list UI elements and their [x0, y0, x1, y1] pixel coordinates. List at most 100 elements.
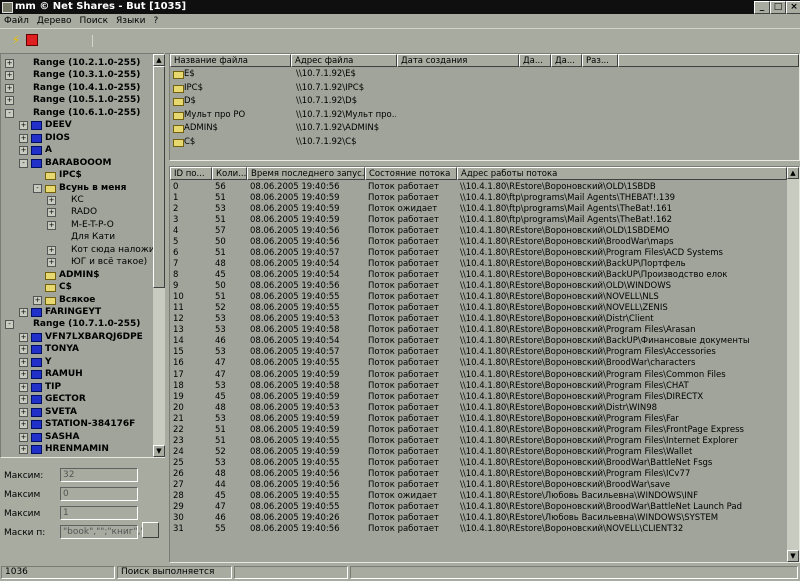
tree-item[interactable]: + HRENMAMIN [1, 443, 153, 455]
expand-icon[interactable]: + [47, 208, 56, 218]
thread-id[interactable]: 18 [173, 381, 211, 392]
tree-item[interactable]: + Range (10.4.1.0-255) [1, 82, 153, 94]
thread-state[interactable]: Поток работает [368, 502, 456, 513]
thread-id[interactable]: 27 [173, 480, 211, 491]
thread-address[interactable]: \\10.4.1.80\REstore\Вороновский\Program … [460, 347, 785, 358]
thread-id[interactable]: 30 [173, 513, 211, 524]
expand-icon[interactable]: + [5, 59, 14, 68]
expand-icon[interactable]: + [19, 432, 28, 442]
thread-count[interactable]: 51 [215, 425, 246, 436]
file-address[interactable]: \\10.7.1.92\IPC$ [296, 83, 396, 94]
thread-state[interactable]: Поток работает [368, 469, 456, 480]
thread-id[interactable]: 9 [173, 281, 211, 292]
thread-address[interactable]: \\10.4.1.80\REstore\Вороновский\BackUP\П… [460, 270, 785, 281]
thread-id[interactable]: 21 [173, 414, 211, 425]
thread-id[interactable]: 31 [173, 524, 211, 535]
thread-state[interactable]: Поток работает [368, 325, 456, 336]
thread-time[interactable]: 08.06.2005 19:40:55 [250, 491, 364, 502]
thread-id[interactable]: 13 [173, 325, 211, 336]
thread-id[interactable]: 16 [173, 358, 211, 369]
expand-icon[interactable]: + [19, 357, 28, 367]
thread-count[interactable]: 47 [215, 502, 246, 513]
stop-icon[interactable] [26, 34, 38, 46]
thread-state[interactable]: Поток работает [368, 524, 456, 535]
tree-item[interactable]: + Всякое [1, 294, 153, 306]
tree-item[interactable]: + A [1, 144, 153, 156]
tree-item[interactable]: - Range (10.6.1.0-255) [1, 107, 153, 119]
thread-state[interactable]: Поток работает [368, 237, 456, 248]
file-name[interactable]: C$ [184, 137, 289, 148]
thread-state[interactable]: Поток работает [368, 480, 456, 491]
thread-state[interactable]: Поток работает [368, 193, 456, 204]
thread-id[interactable]: 25 [173, 458, 211, 469]
thread-address[interactable]: \\10.4.1.80\REstore\Вороновский\BroodWar… [460, 480, 785, 491]
thread-count[interactable]: 50 [215, 237, 246, 248]
thread-count[interactable]: 47 [215, 370, 246, 381]
thread-state[interactable]: Поток работает [368, 403, 456, 414]
thread-time[interactable]: 08.06.2005 19:40:57 [250, 248, 364, 259]
thread-address[interactable]: \\10.4.1.80\ftp\programs\Mail Agents\THE… [460, 193, 785, 204]
thread-address[interactable]: \\10.4.1.80\REstore\Вороновский\OLD\1SBD… [460, 226, 785, 237]
thread-state[interactable]: Поток работает [368, 513, 456, 524]
thread-id[interactable]: 14 [173, 336, 211, 347]
minimize-button[interactable]: _ [754, 1, 770, 14]
thread-count[interactable]: 44 [215, 480, 246, 491]
thread-address[interactable]: \\10.4.1.80\ftp\programs\Mail Agents\The… [460, 215, 785, 226]
thread-time[interactable]: 08.06.2005 19:40:55 [250, 292, 364, 303]
expand-icon[interactable]: + [19, 308, 28, 317]
files-column-header[interactable]: Да... [551, 54, 582, 67]
tree-item[interactable]: + DEEV [1, 119, 153, 131]
thread-id[interactable]: 23 [173, 436, 211, 447]
thread-state[interactable]: Поток работает [368, 259, 456, 270]
thread-count[interactable]: 53 [215, 414, 246, 425]
scroll-up-button[interactable]: ▲ [787, 167, 799, 179]
thread-address[interactable]: \\10.4.1.80\REstore\Вороновский\Program … [460, 425, 785, 436]
thread-count[interactable]: 53 [215, 204, 246, 215]
thread-state[interactable]: Поток работает [368, 248, 456, 259]
thread-time[interactable]: 08.06.2005 19:40:59 [250, 215, 364, 226]
expand-icon[interactable]: + [47, 258, 56, 268]
thread-address[interactable]: \\10.4.1.80\REstore\Вороновский\BackUP\П… [460, 259, 785, 270]
thread-id[interactable]: 1 [173, 193, 211, 204]
thread-id[interactable]: 24 [173, 447, 211, 458]
thread-address[interactable]: \\10.4.1.80\REstore\Вороновский\Program … [460, 370, 785, 381]
tree-item[interactable]: + Y [1, 356, 153, 368]
thread-id[interactable]: 8 [173, 270, 211, 281]
threads-column-header[interactable]: Коли... [212, 167, 247, 180]
tree-item[interactable]: + DIOS [1, 132, 153, 144]
thread-address[interactable]: \\10.4.1.80\REstore\Любовь Васильевна\WI… [460, 491, 785, 502]
tree-item[interactable]: + FARINGEYT [1, 306, 153, 318]
thread-count[interactable]: 53 [215, 381, 246, 392]
thread-address[interactable]: \\10.4.1.80\REstore\Вороновский\NOVELL\Z… [460, 303, 785, 314]
thread-state[interactable]: Поток работает [368, 358, 456, 369]
thread-state[interactable]: Поток работает [368, 425, 456, 436]
file-address[interactable]: \\10.7.1.92\ADMIN$ [296, 123, 396, 134]
thread-state[interactable]: Поток работает [368, 215, 456, 226]
file-address[interactable]: \\10.7.1.92\C$ [296, 137, 396, 148]
expand-icon[interactable]: + [47, 220, 56, 230]
thread-count[interactable]: 48 [215, 403, 246, 414]
expand-icon[interactable]: + [19, 133, 28, 143]
thread-time[interactable]: 08.06.2005 19:40:58 [250, 381, 364, 392]
expand-icon[interactable]: + [33, 295, 42, 305]
close-button[interactable]: × [786, 1, 800, 14]
thread-time[interactable]: 08.06.2005 19:40:59 [250, 447, 364, 458]
thread-id[interactable]: 12 [173, 314, 211, 325]
tree-item[interactable]: + M-E-T-P-O [1, 219, 153, 231]
expand-icon[interactable]: + [19, 420, 28, 430]
thread-state[interactable]: Поток работает [368, 447, 456, 458]
file-name[interactable]: D$ [184, 96, 289, 107]
scroll-thumb[interactable] [153, 66, 165, 288]
collapse-icon[interactable]: - [5, 320, 14, 330]
expand-icon[interactable]: + [47, 195, 56, 205]
thread-address[interactable]: \\10.4.1.80\REstore\Вороновский\BroodWar… [460, 502, 785, 513]
menu-help[interactable]: ? [149, 14, 162, 28]
thread-count[interactable]: 51 [215, 248, 246, 259]
thread-address[interactable]: \\10.4.1.80\REstore\Вороновский\Program … [460, 392, 785, 403]
thread-state[interactable]: Поток работает [368, 381, 456, 392]
thread-state[interactable]: Поток работает [368, 392, 456, 403]
thread-time[interactable]: 08.06.2005 19:40:56 [250, 281, 364, 292]
thread-time[interactable]: 08.06.2005 19:40:55 [250, 436, 364, 447]
thread-id[interactable]: 19 [173, 392, 211, 403]
file-address[interactable]: \\10.7.1.92\D$ [296, 96, 396, 107]
